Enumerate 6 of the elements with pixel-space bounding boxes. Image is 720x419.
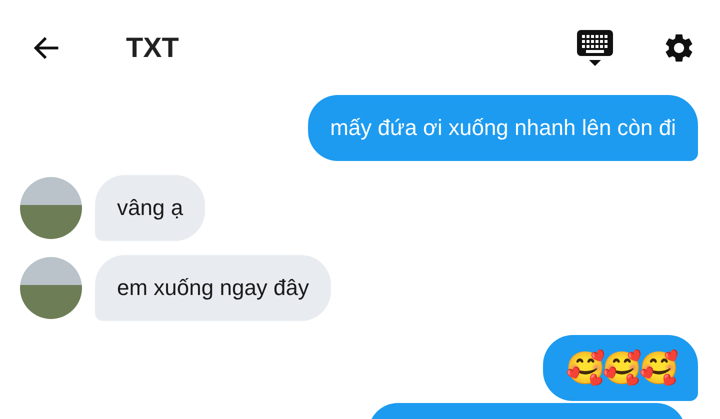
message-bubble: vâng ạ <box>95 175 206 241</box>
emoji-message-bubble: 🥰🥰🥰 <box>543 335 698 401</box>
keyboard-icon[interactable] <box>576 28 614 68</box>
message-bubble: em xuống ngay đây <box>95 255 332 321</box>
chat-title: TXT <box>126 32 179 64</box>
message-bubble: mấy đứa ơi xuống nhanh lên còn đi <box>308 95 698 161</box>
